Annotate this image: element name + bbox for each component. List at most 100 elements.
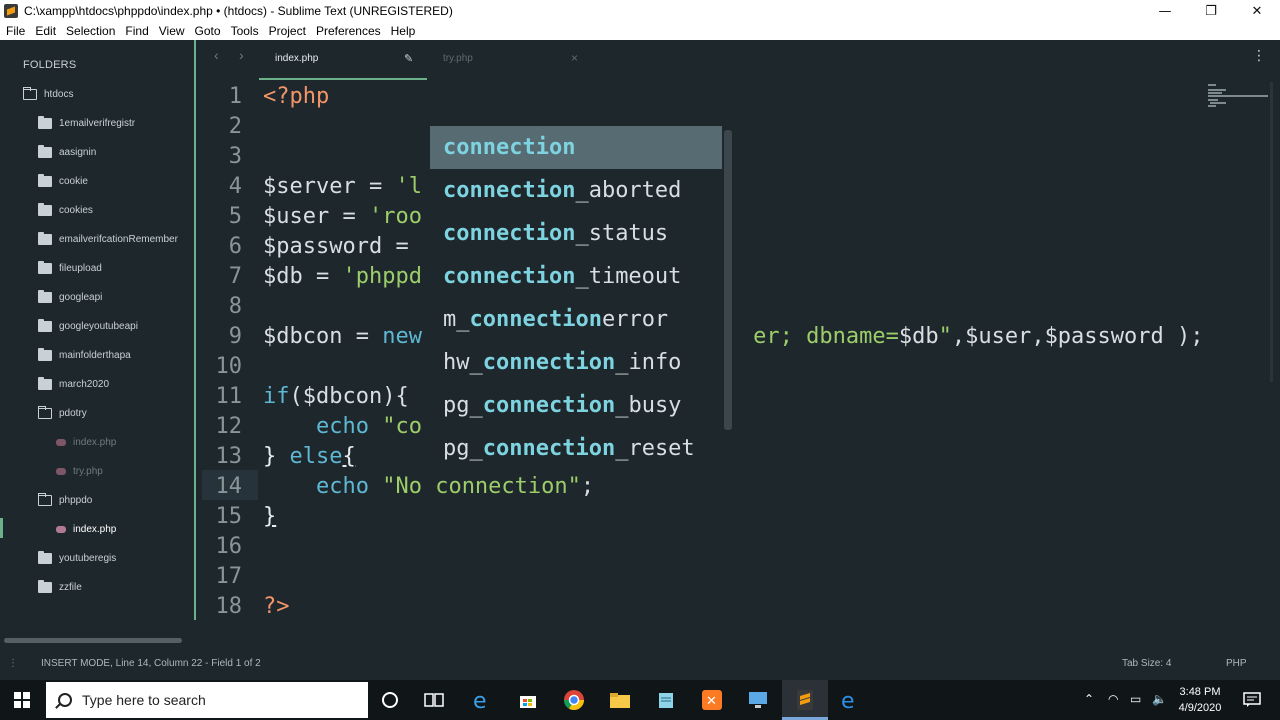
autocomplete-item[interactable]: connection <box>430 126 722 169</box>
menu-tools[interactable]: Tools <box>231 24 259 38</box>
tab-forward-arrow-icon[interactable]: › <box>239 47 244 63</box>
line-number: 4 <box>228 174 242 199</box>
file-explorer-icon[interactable] <box>608 688 632 712</box>
code-line: ?> <box>263 594 290 619</box>
folder-icon <box>38 318 52 332</box>
battery-plug-icon[interactable]: ▭ <box>1130 692 1141 706</box>
microsoft-store-icon[interactable] <box>516 688 540 712</box>
code-line: $server = 'l <box>263 174 422 199</box>
menu-selection[interactable]: Selection <box>66 24 115 38</box>
folder-open-icon <box>38 405 52 419</box>
sidebar-folder-googleapi[interactable]: googleapi <box>38 289 102 305</box>
folder-icon <box>38 115 52 129</box>
sidebar-folder-1emailverifregistr[interactable]: 1emailverifregistr <box>38 115 135 131</box>
sidebar-folder-fileupload[interactable]: fileupload <box>38 260 102 276</box>
sidebar-horizontal-scrollbar[interactable] <box>4 638 182 643</box>
line-number: 15 <box>215 504 243 529</box>
sidebar-folder-emailverifcationremember[interactable]: emailverifcationRemember <box>38 231 178 247</box>
cortana-icon[interactable] <box>378 688 402 712</box>
code-line: $db = 'phppd <box>263 264 422 289</box>
sublime-text-taskbar-icon[interactable] <box>793 688 817 712</box>
autocomplete-item[interactable]: m_connectionerror <box>430 298 722 341</box>
xampp-icon[interactable]: ✕ <box>700 688 724 712</box>
edge-icon[interactable]: e <box>838 688 862 712</box>
autocomplete-item[interactable]: connection_timeout <box>430 255 722 298</box>
internet-explorer-icon[interactable]: e <box>470 688 494 712</box>
line-number: 5 <box>228 204 242 229</box>
sidebar-item-label: try.php <box>73 465 103 477</box>
tab-back-arrow-icon[interactable]: ‹ <box>214 47 219 63</box>
folder-icon <box>38 202 52 216</box>
notification-center-icon[interactable] <box>1240 688 1264 712</box>
clock-date: 4/9/2020 <box>1178 702 1222 714</box>
line-number: 13 <box>215 444 243 469</box>
sidebar-item-label: pdotry <box>59 407 87 419</box>
sidebar-folder-phppdo[interactable]: phppdo <box>38 492 92 508</box>
editor-vertical-scrollbar[interactable] <box>1270 82 1273 382</box>
sidebar-folder-aasignin[interactable]: aasignin <box>38 144 96 160</box>
menu-project[interactable]: Project <box>269 24 306 38</box>
tab-bar: ‹ › index.php ✎ try.php × ⋮ <box>196 40 1280 80</box>
menu-goto[interactable]: Goto <box>195 24 221 38</box>
autocomplete-scrollbar[interactable] <box>724 130 732 430</box>
menu-view[interactable]: View <box>159 24 185 38</box>
sidebar-folder-mainfolderthapa[interactable]: mainfolderthapa <box>38 347 131 363</box>
tab-dirty-pencil-icon[interactable]: ✎ <box>404 52 413 65</box>
sidebar-folder-zzfile[interactable]: zzfile <box>38 579 82 595</box>
minimap[interactable] <box>1208 82 1268 112</box>
folder-open-icon <box>23 86 37 100</box>
folder-icon <box>38 579 52 593</box>
taskbar-search-box[interactable]: Type here to search <box>46 682 368 718</box>
minimize-button[interactable]: — <box>1142 0 1188 22</box>
tab-size-indicator[interactable]: Tab Size: 4 <box>1122 658 1171 669</box>
line-number: 8 <box>228 294 242 319</box>
sidebar-folder-htdocs[interactable]: htdocs <box>23 86 73 102</box>
remote-desktop-icon[interactable] <box>746 688 770 712</box>
autocomplete-item[interactable]: hw_connection_info <box>430 341 722 384</box>
menu-file[interactable]: File <box>6 24 25 38</box>
sidebar-folder-cookie[interactable]: cookie <box>38 173 88 189</box>
network-wifi-icon[interactable]: ◠ <box>1108 692 1118 706</box>
menu-preferences[interactable]: Preferences <box>316 24 381 38</box>
sidebar-folder-cookies[interactable]: cookies <box>38 202 93 218</box>
tab-close-icon[interactable]: × <box>571 51 578 65</box>
sidebar-folder-googleyoutubeapi[interactable]: googleyoutubeapi <box>38 318 138 334</box>
sidebar-folder-march2020[interactable]: march2020 <box>38 376 109 392</box>
sidebar-item-label: index.php <box>73 523 117 535</box>
php-file-icon <box>56 467 66 475</box>
windows-start-icon[interactable] <box>14 692 30 708</box>
volume-icon[interactable]: 🔈 <box>1152 692 1167 706</box>
close-window-button[interactable]: ✕ <box>1234 0 1280 22</box>
folder-icon <box>38 376 52 390</box>
notepad-icon[interactable] <box>654 688 678 712</box>
menu-edit[interactable]: Edit <box>35 24 56 38</box>
code-line: } else{ <box>263 444 356 469</box>
menu-find[interactable]: Find <box>125 24 148 38</box>
sidebar-file-pdotry-index[interactable]: index.php <box>56 434 116 450</box>
maximize-button[interactable]: ❐ <box>1188 0 1234 22</box>
chrome-icon[interactable] <box>562 688 586 712</box>
autocomplete-item[interactable]: pg_connection_reset <box>430 427 722 470</box>
code-line: echo "co <box>315 414 422 439</box>
autocomplete-item[interactable]: connection_aborted <box>430 169 722 212</box>
autocomplete-item[interactable]: connection_status <box>430 212 722 255</box>
tab-index-php[interactable]: index.php <box>275 53 318 64</box>
line-number: 6 <box>228 234 242 259</box>
code-editor[interactable]: 1 2 3 4 5 6 7 8 9 10 11 12 13 14 15 16 1… <box>196 80 1280 648</box>
window-controls: — ❐ ✕ <box>1142 0 1280 22</box>
tab-try-php[interactable]: try.php <box>443 53 473 64</box>
menu-help[interactable]: Help <box>391 24 416 38</box>
folder-icon <box>38 347 52 361</box>
task-view-icon[interactable] <box>422 688 446 712</box>
sidebar-folder-youtuberegis[interactable]: youtuberegis <box>38 550 116 566</box>
taskbar-clock[interactable]: 3:48 PM 4/9/2020 <box>1172 684 1228 716</box>
tray-chevron-up-icon[interactable]: ⌃ <box>1084 692 1094 706</box>
folders-header: FOLDERS <box>23 59 77 71</box>
autocomplete-item[interactable]: pg_connection_busy <box>430 384 722 427</box>
sidebar-file-pdotry-try[interactable]: try.php <box>56 463 103 479</box>
syntax-indicator[interactable]: PHP <box>1226 658 1247 669</box>
sidebar-folder-pdotry[interactable]: pdotry <box>38 405 87 421</box>
sidebar-file-phppdo-index[interactable]: index.php <box>56 521 116 537</box>
status-panel-toggle-icon[interactable]: ⋮ <box>8 658 18 669</box>
tabs-more-icon[interactable]: ⋮ <box>1252 48 1266 64</box>
